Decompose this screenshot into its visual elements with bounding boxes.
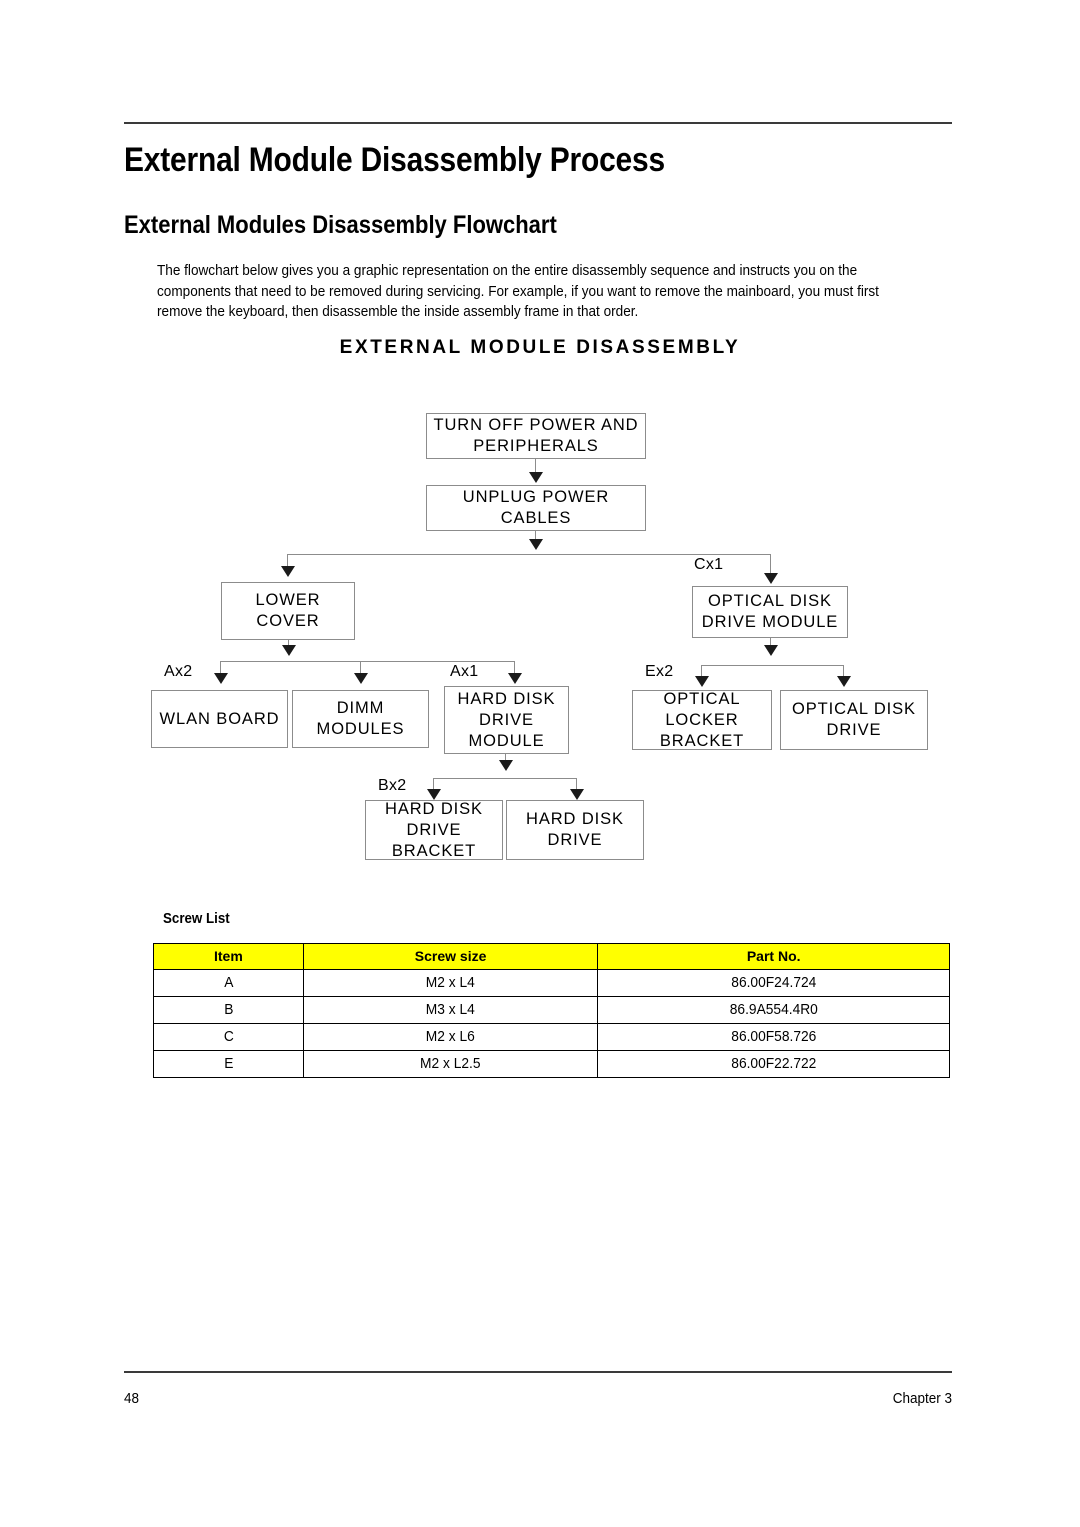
cell-item: A	[156, 969, 301, 997]
node-optical-locker-bracket: OPTICAL LOCKER BRACKET	[632, 690, 772, 750]
arrow-head	[281, 566, 295, 577]
screw-list-table: Item Screw size Part No. A M2 x L4 86.00…	[153, 943, 950, 1078]
column-header-item: Item	[153, 943, 304, 970]
node-label: TURN OFF POWER AND PERIPHERALS	[433, 416, 639, 455]
screw-tag-ex2: Ex2	[645, 663, 674, 680]
flowchart-diagram: TURN OFF POWER AND PERIPHERALS UNPLUG PO…	[0, 0, 1080, 1527]
screw-tag-ax2: Ax2	[164, 663, 193, 680]
node-label: OPTICAL DISK DRIVE MODULE	[701, 592, 839, 631]
connector-bus	[220, 661, 514, 662]
node-label: HARD DISK DRIVE	[526, 810, 624, 849]
node-hard-disk-drive: HARD DISK DRIVE	[506, 800, 644, 860]
arrow-head	[764, 645, 778, 656]
screw-tag-ax1: Ax1	[450, 663, 479, 680]
node-label: OPTICAL LOCKER BRACKET	[659, 689, 745, 750]
connector-bus	[433, 778, 576, 779]
arrow-head	[354, 673, 368, 684]
node-hard-disk-drive-bracket: HARD DISK DRIVE BRACKET	[365, 800, 503, 860]
node-lower-cover: LOWER COVER	[221, 582, 355, 640]
table-row: B M3 x L4 86.9A554.4R0	[154, 996, 950, 1024]
table-row: E M2 x L2.5 86.00F22.722	[154, 1050, 950, 1078]
node-label: LOWER COVER	[255, 591, 321, 630]
cell-part-no: 86.00F24.724	[606, 969, 942, 997]
node-label: HARD DISK DRIVE MODULE	[457, 689, 556, 750]
cell-part-no: 86.00F22.722	[606, 1050, 942, 1078]
cell-screw-size: M2 x L2.5	[310, 1050, 592, 1078]
connector-bus	[287, 554, 770, 555]
cell-item: E	[156, 1050, 301, 1078]
screw-list-label: Screw List	[163, 911, 230, 927]
arrow-head	[570, 789, 584, 800]
screw-tag-cx1: Cx1	[694, 556, 724, 573]
screw-tag-bx2: Bx2	[378, 777, 407, 794]
cell-item: B	[156, 996, 301, 1024]
node-label: OPTICAL DISK DRIVE	[792, 700, 916, 739]
node-hard-disk-drive-module: HARD DISK DRIVE MODULE	[444, 686, 569, 754]
column-header-part-no: Part No.	[597, 943, 950, 970]
cell-screw-size: M2 x L4	[310, 969, 592, 997]
table-row: A M2 x L4 86.00F24.724	[154, 969, 950, 997]
arrow-head	[508, 673, 522, 684]
arrow-head	[764, 573, 778, 584]
node-label: UNPLUG POWER CABLES	[462, 488, 610, 527]
footer-rule	[124, 1371, 952, 1373]
cell-part-no: 86.9A554.4R0	[606, 996, 942, 1024]
arrow-head	[837, 676, 851, 687]
node-turn-off-power: TURN OFF POWER AND PERIPHERALS	[426, 413, 646, 459]
arrow-head	[214, 673, 228, 684]
document-page: External Module Disassembly Process Exte…	[0, 0, 1080, 1527]
arrow-head	[499, 760, 513, 771]
node-label: DIMM MODULES	[316, 699, 405, 738]
arrow-head	[529, 472, 543, 483]
cell-part-no: 86.00F58.726	[606, 1023, 942, 1051]
chapter-label: Chapter 3	[892, 1390, 952, 1407]
connector-bus	[701, 665, 843, 666]
arrow-head	[695, 676, 709, 687]
node-optical-disk-drive-module: OPTICAL DISK DRIVE MODULE	[692, 586, 848, 638]
cell-screw-size: M2 x L6	[310, 1023, 592, 1051]
arrow-head	[282, 645, 296, 656]
page-number: 48	[124, 1390, 140, 1407]
node-wlan-board: WLAN BOARD	[151, 690, 288, 748]
cell-item: C	[156, 1023, 301, 1051]
arrow-head	[529, 539, 543, 550]
node-dimm-modules: DIMM MODULES	[292, 690, 429, 748]
table-header-row: Item Screw size Part No.	[153, 943, 950, 970]
table-row: C M2 x L6 86.00F58.726	[154, 1023, 950, 1051]
node-optical-disk-drive: OPTICAL DISK DRIVE	[780, 690, 928, 750]
column-header-screw-size: Screw size	[302, 943, 599, 970]
node-label: WLAN BOARD	[159, 709, 280, 728]
cell-screw-size: M3 x L4	[310, 996, 592, 1024]
node-label: HARD DISK DRIVE BRACKET	[385, 799, 483, 860]
node-unplug-power: UNPLUG POWER CABLES	[426, 485, 646, 531]
